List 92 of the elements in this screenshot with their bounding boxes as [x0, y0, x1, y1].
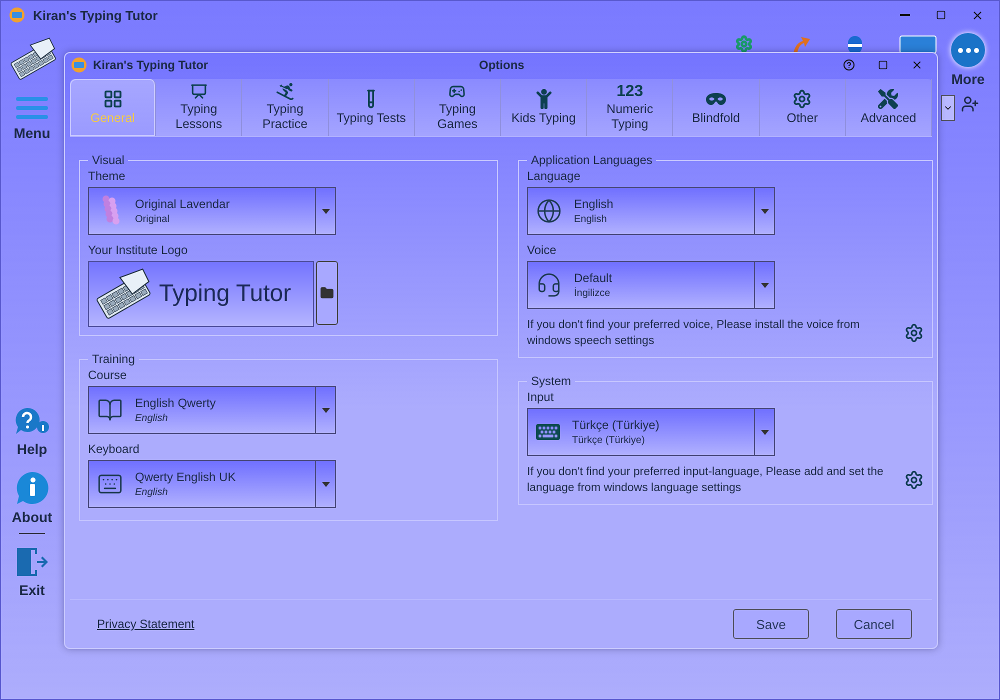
close-icon: [911, 59, 923, 71]
sidebar-item[interactable]: Menu: [12, 93, 52, 143]
sidebar-item[interactable]: Exit: [13, 544, 51, 600]
dropdown[interactable]: Qwerty English UK English: [88, 460, 336, 508]
close-icon: [970, 8, 984, 22]
tab[interactable]: Typing Games: [414, 79, 502, 136]
dropdown-value: Original Lavendar: [135, 197, 230, 211]
dialog-title: Options: [479, 58, 526, 72]
field-label: Language: [527, 169, 582, 183]
caret-icon: [760, 282, 768, 288]
privacy-link[interactable]: Privacy Statement: [97, 617, 706, 631]
dropdown-detail: İngilizce: [574, 288, 612, 299]
sidebar-item[interactable]: About: [10, 469, 54, 527]
dropdown-value: Qwerty English UK: [135, 470, 236, 484]
more-button[interactable]: More: [951, 33, 985, 87]
dropdown[interactable]: English Qwerty English: [88, 386, 336, 434]
exit-door-icon: [15, 546, 49, 578]
settings-icon: [904, 323, 924, 344]
settings-icon: [904, 470, 924, 490]
dropdown[interactable]: Default İngilizce: [527, 261, 775, 309]
toolbar-button[interactable]: [735, 35, 753, 53]
dropdown[interactable]: English English: [527, 187, 775, 235]
window-title: Kiran's Typing Tutor: [33, 8, 159, 22]
maximize-icon: [878, 60, 888, 70]
help-note: If you don't find your preferred voice, Please install the voice from windows speech settings: [527, 318, 861, 350]
app-logo-icon: [9, 7, 25, 23]
picture-icon: [899, 35, 937, 53]
dialog-button[interactable]: Cancel: [836, 609, 912, 639]
field-label: Voice: [527, 243, 558, 257]
group-title: Training: [91, 352, 136, 366]
dropdown-value: English: [574, 197, 614, 211]
tab[interactable]: Kids Typing: [501, 79, 588, 136]
dropdown-detail: English: [574, 214, 608, 225]
caret-icon: [760, 430, 768, 435]
tab[interactable]: Advanced: [846, 79, 932, 136]
group-title: System: [530, 374, 572, 388]
field-label: Input: [527, 390, 555, 404]
add-user-icon: [961, 95, 979, 113]
dropdown-value: Türkçe (Türkiye): [572, 418, 660, 432]
dropdown-value: Default: [574, 271, 612, 285]
settings-button[interactable]: [904, 470, 924, 490]
dropdown-detail: English: [135, 413, 169, 424]
dropdown-detail: English: [135, 487, 169, 498]
sidebar-item[interactable]: Help: [12, 405, 52, 459]
field-label: Theme: [88, 169, 126, 183]
gear-icon: [735, 35, 753, 53]
field-label: Keyboard: [88, 442, 140, 456]
dropdown-detail: Original: [135, 214, 170, 225]
globe-icon: [536, 198, 562, 224]
folder-icon: [320, 286, 334, 300]
book-icon: [97, 397, 123, 423]
caret-icon: [760, 208, 768, 214]
menu-icon: [15, 95, 49, 121]
field-label: Your Institute Logo: [88, 243, 189, 257]
dialog-app-name: Kiran's Typing Tutor: [93, 58, 210, 72]
tab-icon: [792, 89, 812, 109]
group-title: Visual: [91, 153, 126, 167]
tab-icon: [447, 83, 468, 100]
tab-icon: [102, 89, 123, 109]
browse-button[interactable]: [316, 261, 338, 325]
caret-icon: [322, 482, 330, 486]
logo-text: Typing Tutor: [159, 280, 292, 308]
help-bubble-icon: [14, 407, 50, 437]
help-icon: [843, 59, 855, 71]
dropdown-value: English Qwerty: [135, 396, 216, 410]
tab[interactable]: Typing Lessons: [156, 79, 242, 136]
group-title: Application Languages: [530, 153, 654, 167]
tab[interactable]: Typing Tests: [328, 79, 415, 136]
tab[interactable]: Blindfold: [673, 79, 760, 136]
caret-icon: [322, 208, 330, 214]
headset-icon: [536, 272, 562, 298]
tab-number-icon: 123: [616, 84, 644, 100]
dropdown[interactable]: Türkçe (Türkiye) Türkçe (Türkiye): [527, 408, 775, 456]
dialog-button[interactable]: Save: [733, 609, 809, 639]
more-icon: [951, 33, 985, 67]
tab-icon: [275, 83, 295, 100]
caret-icon: [322, 408, 330, 412]
dropdown[interactable]: Original Lavendar Original: [88, 187, 336, 235]
help-note: If you don't find your preferred input-language, Please add and set the language from windows language settings: [527, 465, 884, 496]
tab[interactable]: Other: [760, 79, 846, 136]
maximize-icon: [936, 10, 946, 20]
tab[interactable]: 123 Numeric Typing: [587, 79, 674, 136]
minimize-icon: [900, 14, 910, 16]
tab-icon: [534, 89, 554, 109]
dropdown-detail: Türkçe (Türkiye): [572, 435, 646, 446]
app-logo-icon: [71, 57, 87, 73]
settings-button[interactable]: [904, 323, 924, 344]
tab[interactable]: Typing Practice: [242, 79, 329, 136]
field-label: Course: [88, 368, 128, 382]
info-bubble-icon: [15, 471, 49, 505]
tab-icon: [878, 89, 898, 109]
tab-icon: [188, 83, 209, 100]
